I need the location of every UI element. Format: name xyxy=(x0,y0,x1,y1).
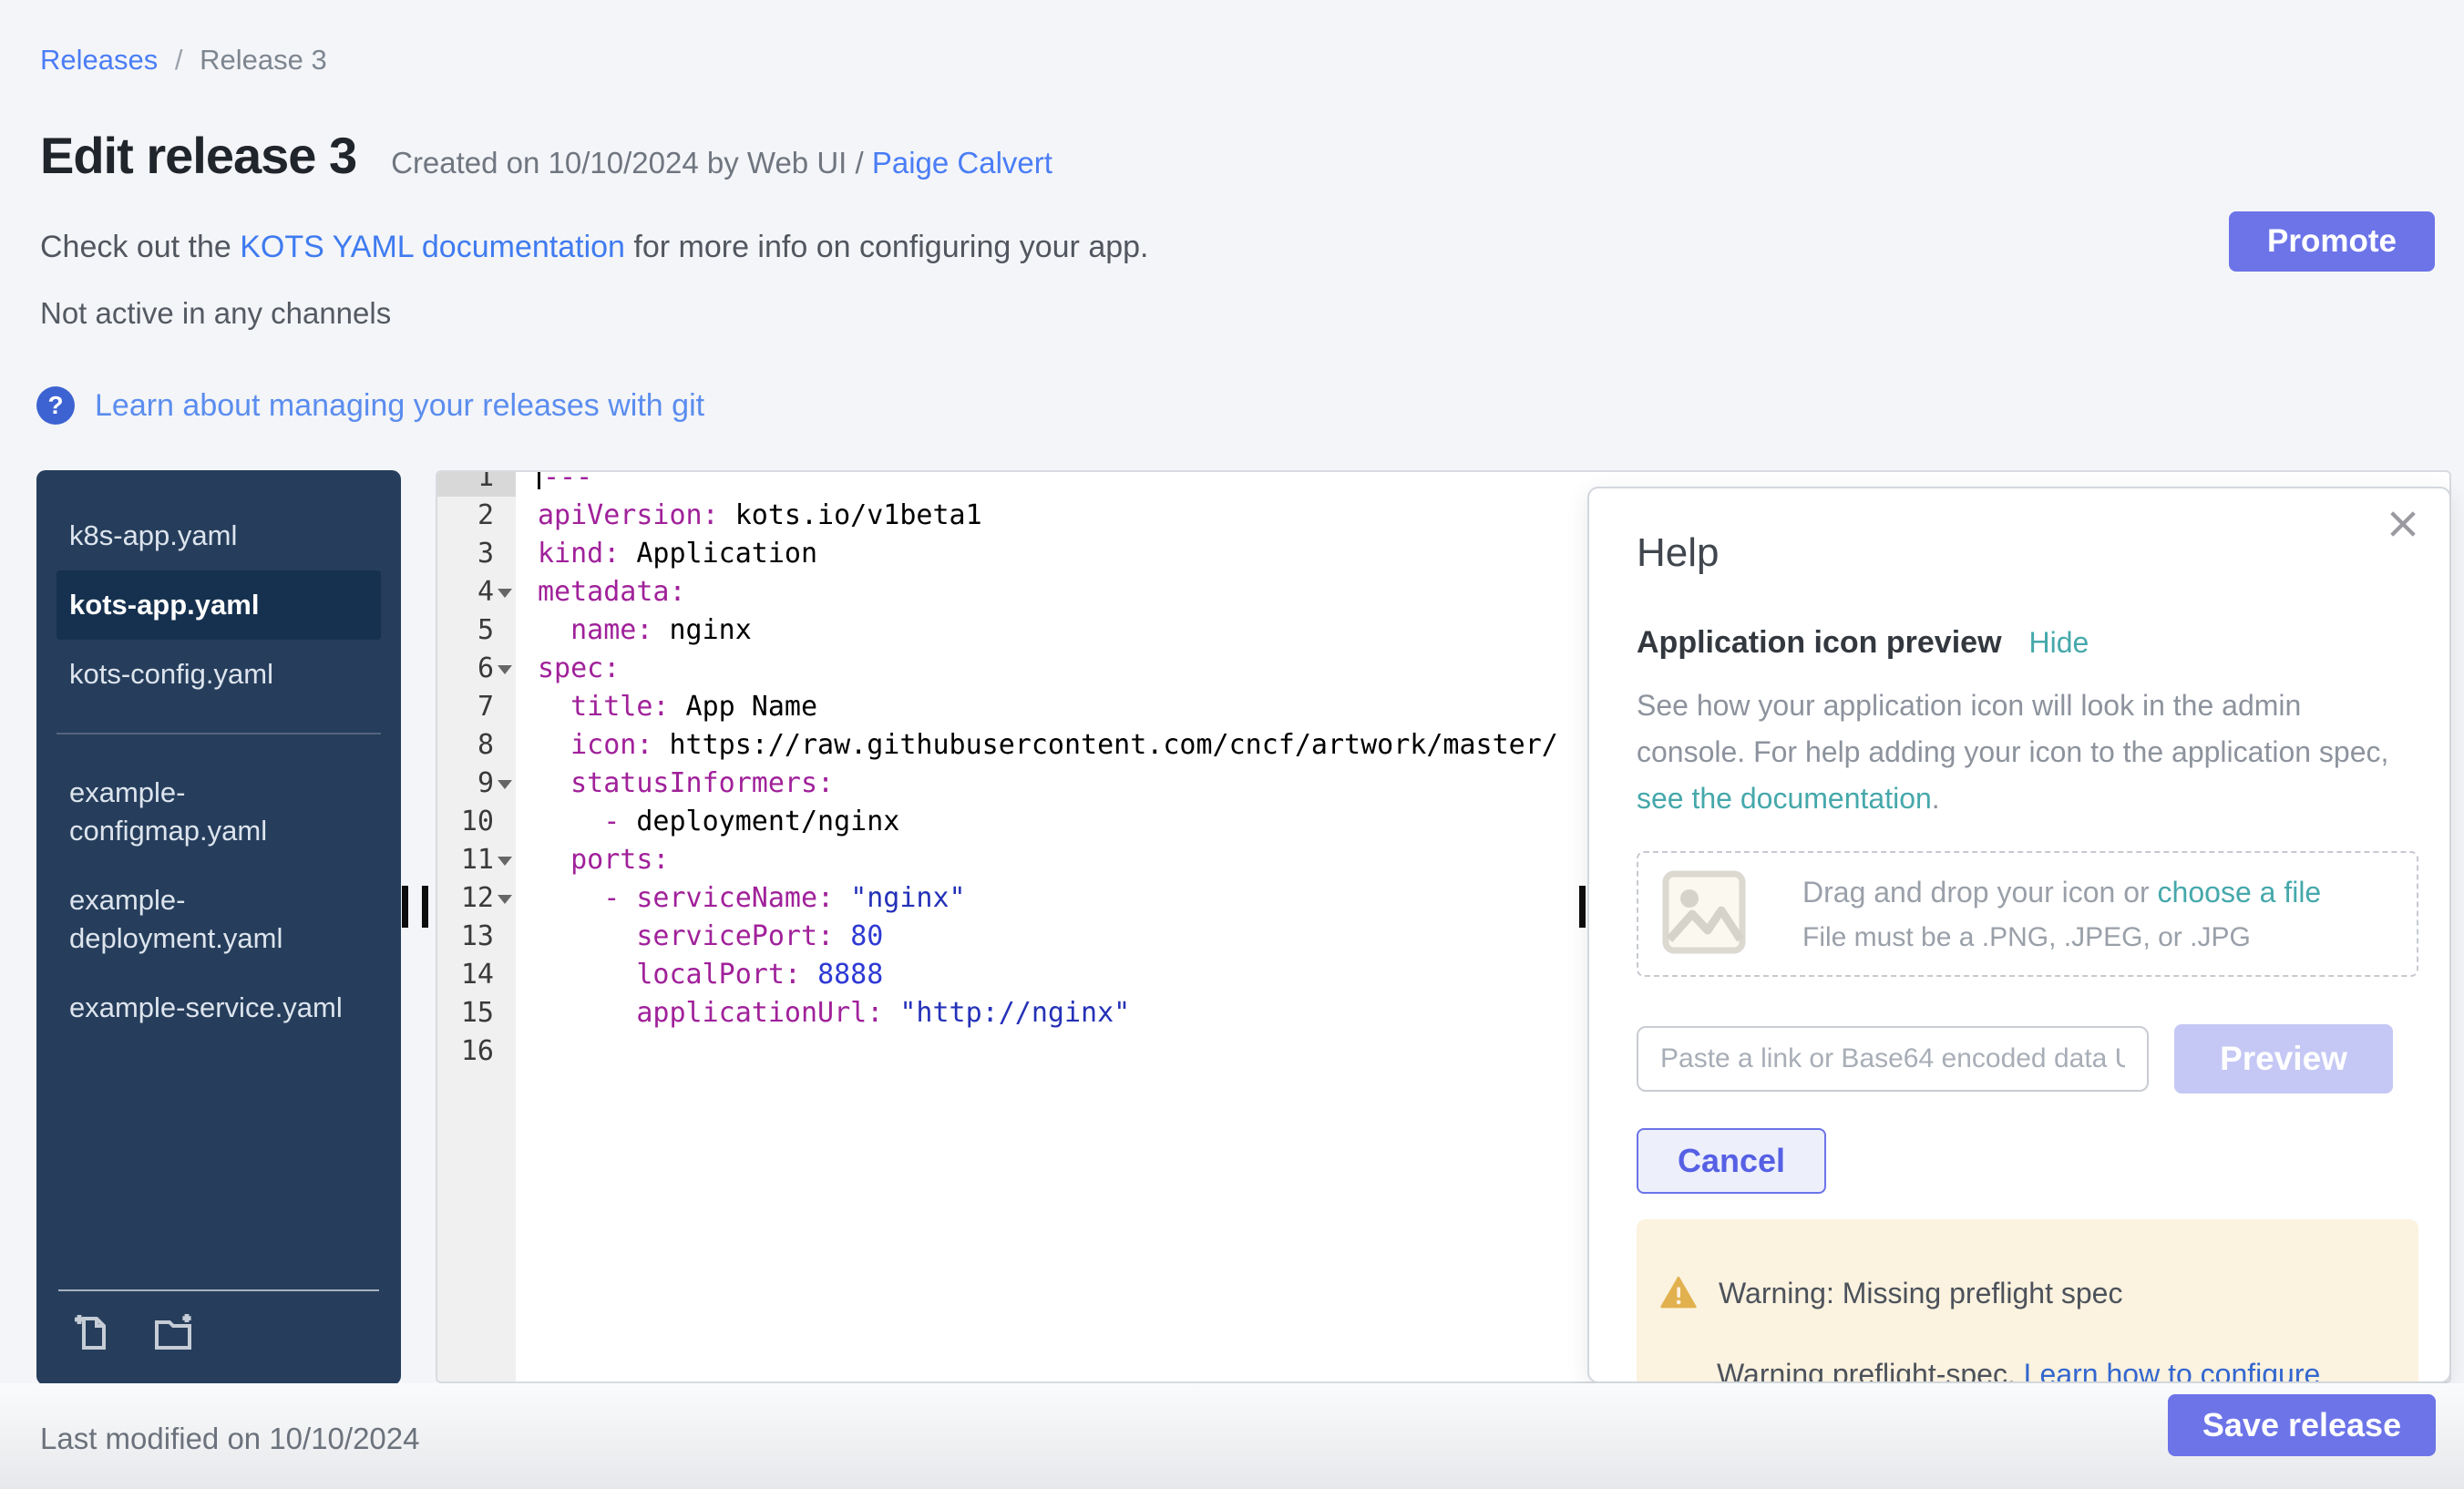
breadcrumb-releases-link[interactable]: Releases xyxy=(40,44,158,76)
see-documentation-link[interactable]: see the documentation xyxy=(1637,782,1932,815)
choose-file-link[interactable]: choose a file xyxy=(2158,876,2322,909)
preview-button[interactable]: Preview xyxy=(2174,1024,2393,1094)
footer-bar: Last modified on 10/10/2024 Save release xyxy=(0,1383,2464,1489)
icon-dropzone[interactable]: Drag and drop your icon or choose a file… xyxy=(1637,851,2418,977)
line-number: 14 xyxy=(437,956,516,994)
kots-doc-info: Check out the KOTS YAML documentation fo… xyxy=(40,230,1149,265)
code-text: name: nginx xyxy=(516,611,752,650)
line-number: 2 xyxy=(437,497,516,535)
file-type-hint: File must be a .PNG, .JPEG, or .JPG xyxy=(1802,922,2321,953)
line-number: 7 xyxy=(437,688,516,726)
code-text: localPort: 8888 xyxy=(516,956,883,994)
line-number: 10 xyxy=(437,803,516,841)
icon-url-row: Preview xyxy=(1637,1024,2418,1094)
warning-triangle-icon xyxy=(1660,1276,1697,1310)
line-number: 11 xyxy=(437,841,516,879)
file-tree-sidebar: k8s-app.yamlkots-app.yamlkots-config.yam… xyxy=(36,470,401,1385)
code-text: apiVersion: kots.io/v1beta1 xyxy=(516,497,982,535)
hide-link[interactable]: Hide xyxy=(2029,626,2089,660)
add-folder-icon[interactable] xyxy=(151,1311,195,1360)
file-item-example-deployment.yaml[interactable]: example-deployment.yaml xyxy=(56,866,381,973)
fold-arrow-icon[interactable] xyxy=(498,665,512,674)
learn-configure-link[interactable]: Learn how to configure xyxy=(2024,1358,2321,1383)
line-number: 3 xyxy=(437,535,516,573)
line-number: 1 xyxy=(437,470,516,497)
file-group-divider xyxy=(56,733,381,734)
edit-release-page: Releases / Release 3 Edit release 3 Crea… xyxy=(0,0,2464,1489)
close-icon[interactable] xyxy=(2384,505,2422,548)
sidebar-resize-handle[interactable] xyxy=(422,886,428,928)
code-text: kind: Application xyxy=(516,535,817,573)
icon-preview-title: Application icon preview xyxy=(1637,625,2002,661)
preflight-warning: Warning: Missing preflight spec Warning … xyxy=(1637,1219,2418,1383)
line-number: 4 xyxy=(437,573,516,611)
save-release-button[interactable]: Save release xyxy=(2168,1394,2436,1456)
promote-button[interactable]: Promote xyxy=(2229,211,2435,272)
code-text: servicePort: 80 xyxy=(516,918,883,956)
line-number: 5 xyxy=(437,611,516,650)
created-info: Created on 10/10/2024 by Web UI / Paige … xyxy=(391,146,1052,180)
help-panel: Help Application icon preview Hide See h… xyxy=(1587,487,2451,1383)
git-help-row: ? Learn about managing your releases wit… xyxy=(36,386,704,425)
channel-status: Not active in any channels xyxy=(40,296,391,331)
last-modified: Last modified on 10/10/2024 xyxy=(40,1422,419,1456)
code-text: title: App Name xyxy=(516,688,817,726)
icon-preview-description: See how your application icon will look … xyxy=(1637,683,2400,822)
text-cursor xyxy=(538,470,540,489)
icon-url-input[interactable] xyxy=(1637,1026,2149,1092)
git-releases-link[interactable]: Learn about managing your releases with … xyxy=(95,388,704,424)
code-text: - deployment/nginx xyxy=(516,803,899,841)
file-tree-actions xyxy=(58,1289,379,1385)
warning-detail: Warning preflight-spec. Learn how to con… xyxy=(1717,1358,2391,1383)
sidebar-resize-handle[interactable] xyxy=(402,886,408,928)
breadcrumb: Releases / Release 3 xyxy=(40,44,327,77)
fold-arrow-icon[interactable] xyxy=(498,895,512,904)
line-number: 6 xyxy=(437,650,516,688)
title-row: Edit release 3 Created on 10/10/2024 by … xyxy=(40,126,1052,185)
warning-title: Warning: Missing preflight spec xyxy=(1719,1277,2122,1310)
code-text xyxy=(516,1032,538,1071)
page-title: Edit release 3 xyxy=(40,126,356,185)
line-number: 8 xyxy=(437,726,516,765)
line-number: 9 xyxy=(437,765,516,803)
file-item-kots-config.yaml[interactable]: kots-config.yaml xyxy=(56,640,381,709)
file-item-example-configmap.yaml[interactable]: example-configmap.yaml xyxy=(56,758,381,866)
fold-arrow-icon[interactable] xyxy=(498,589,512,598)
code-text: - serviceName: "nginx" xyxy=(516,879,966,918)
file-list: k8s-app.yamlkots-app.yamlkots-config.yam… xyxy=(36,501,401,1042)
line-number: 16 xyxy=(437,1032,516,1071)
dropzone-text: Drag and drop your icon or choose a file… xyxy=(1802,876,2321,953)
file-item-example-service.yaml[interactable]: example-service.yaml xyxy=(56,973,381,1042)
fold-arrow-icon[interactable] xyxy=(498,857,512,866)
breadcrumb-current: Release 3 xyxy=(200,44,327,76)
code-text: statusInformers: xyxy=(516,765,834,803)
code-text: applicationUrl: "http://nginx" xyxy=(516,994,1130,1032)
line-number: 15 xyxy=(437,994,516,1032)
add-file-icon[interactable] xyxy=(71,1311,115,1360)
icon-preview-header: Application icon preview Hide xyxy=(1637,625,2449,661)
image-placeholder-icon xyxy=(1662,870,1746,959)
help-title: Help xyxy=(1637,530,2449,576)
code-text: spec: xyxy=(516,650,620,688)
file-item-kots-app.yaml[interactable]: kots-app.yaml xyxy=(56,570,381,640)
code-text: --- xyxy=(516,470,592,497)
cancel-button[interactable]: Cancel xyxy=(1637,1128,1826,1194)
line-number: 12 xyxy=(437,879,516,918)
fold-arrow-icon[interactable] xyxy=(498,780,512,789)
file-item-k8s-app.yaml[interactable]: k8s-app.yaml xyxy=(56,501,381,570)
code-text: icon: https://raw.githubusercontent.com/… xyxy=(516,726,1558,765)
question-circle-icon: ? xyxy=(36,386,75,425)
line-number: 13 xyxy=(437,918,516,956)
help-panel-resize-handle[interactable] xyxy=(1579,886,1586,928)
breadcrumb-separator: / xyxy=(175,44,183,76)
created-by-link[interactable]: Paige Calvert xyxy=(872,146,1052,180)
kots-yaml-doc-link[interactable]: KOTS YAML documentation xyxy=(240,230,625,264)
code-text: ports: xyxy=(516,841,670,879)
code-text: metadata: xyxy=(516,573,686,611)
